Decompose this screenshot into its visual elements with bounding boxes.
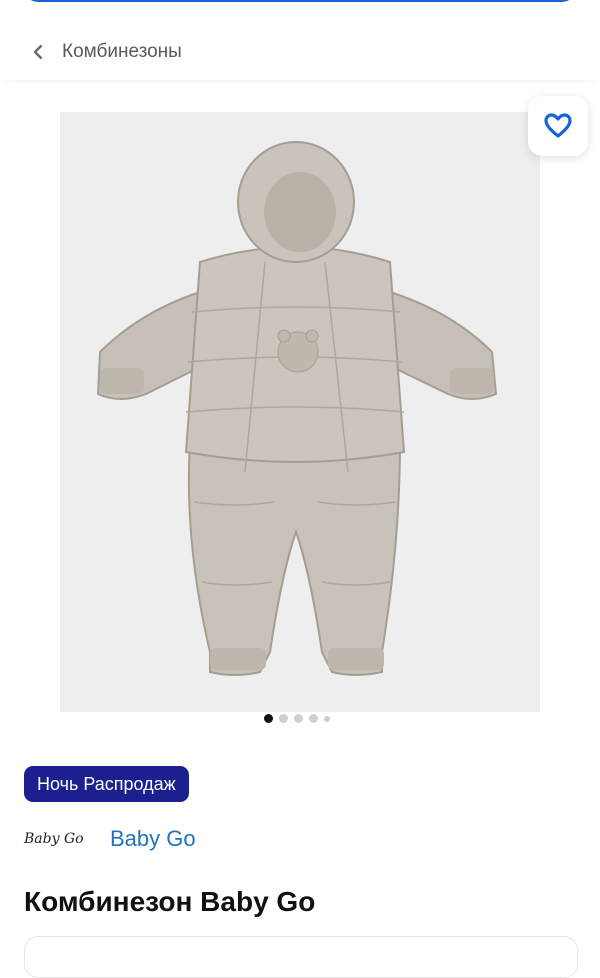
pagination-dot[interactable]	[294, 714, 303, 723]
pagination-dot[interactable]	[324, 715, 330, 722]
page-title: Комбинезоны	[62, 41, 182, 62]
favorite-button[interactable]	[528, 96, 588, 156]
brand-link[interactable]: Baby Go	[110, 826, 196, 852]
pagination-dot[interactable]	[309, 714, 318, 723]
heart-icon	[544, 113, 572, 138]
gallery-pagination	[264, 714, 330, 723]
brand-row: Baby Go Baby Go	[24, 824, 196, 854]
product-image[interactable]	[60, 112, 540, 712]
info-card	[24, 936, 578, 978]
brand-logo: Baby Go	[24, 831, 84, 847]
chevron-left-icon	[33, 45, 43, 59]
promo-badge[interactable]: Ночь Распродаж	[24, 766, 189, 802]
pagination-dot-active[interactable]	[264, 714, 273, 723]
product-title: Комбинезон Baby Go	[24, 886, 316, 917]
pagination-dot[interactable]	[279, 714, 288, 723]
header: Комбинезоны	[0, 24, 600, 80]
top-progress-bar	[24, 0, 576, 2]
back-button[interactable]	[26, 40, 50, 64]
snowsuit-image	[60, 112, 540, 712]
